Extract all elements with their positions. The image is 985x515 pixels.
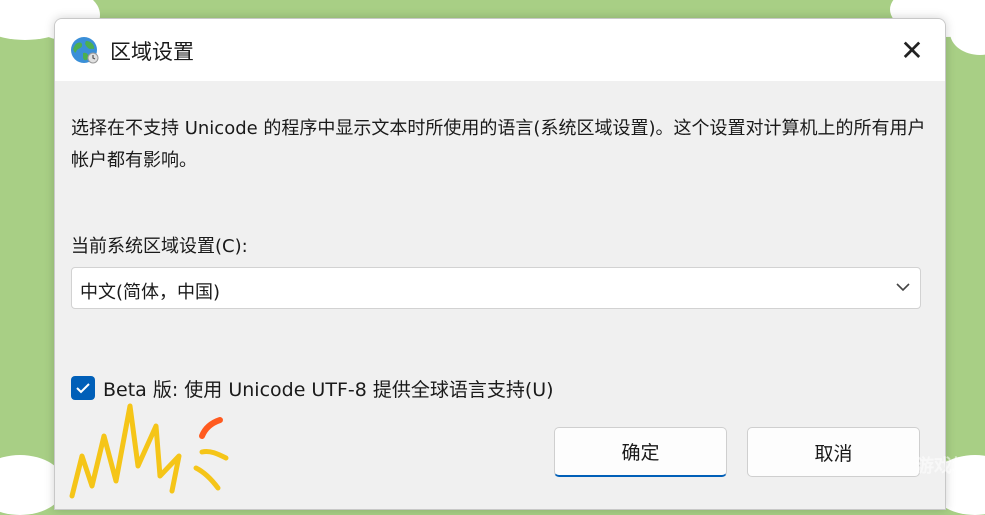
globe-icon	[71, 37, 99, 64]
sparkle-doodle	[69, 403, 229, 499]
system-locale-dropdown[interactable]: 中文(简体，中国)	[71, 267, 921, 309]
cancel-button[interactable]: 取消	[747, 427, 920, 477]
ok-button[interactable]: 确定	[554, 427, 727, 477]
watermark-text: 游戏坊	[916, 456, 970, 477]
description-text: 选择在不支持 Unicode 的程序中显示文本时所使用的语言(系统区域设置)。这…	[71, 118, 926, 171]
locale-label: 当前系统区域设置(C):	[71, 236, 248, 257]
title-bar: 区域设置 ✕	[55, 19, 945, 81]
dialog-title: 区域设置	[110, 40, 194, 64]
checkmark-icon	[76, 383, 90, 394]
close-icon: ✕	[900, 33, 924, 67]
chevron-down-icon	[896, 283, 910, 292]
selected-locale: 中文(简体，中国)	[80, 282, 221, 303]
close-button[interactable]: ✕	[879, 19, 945, 81]
